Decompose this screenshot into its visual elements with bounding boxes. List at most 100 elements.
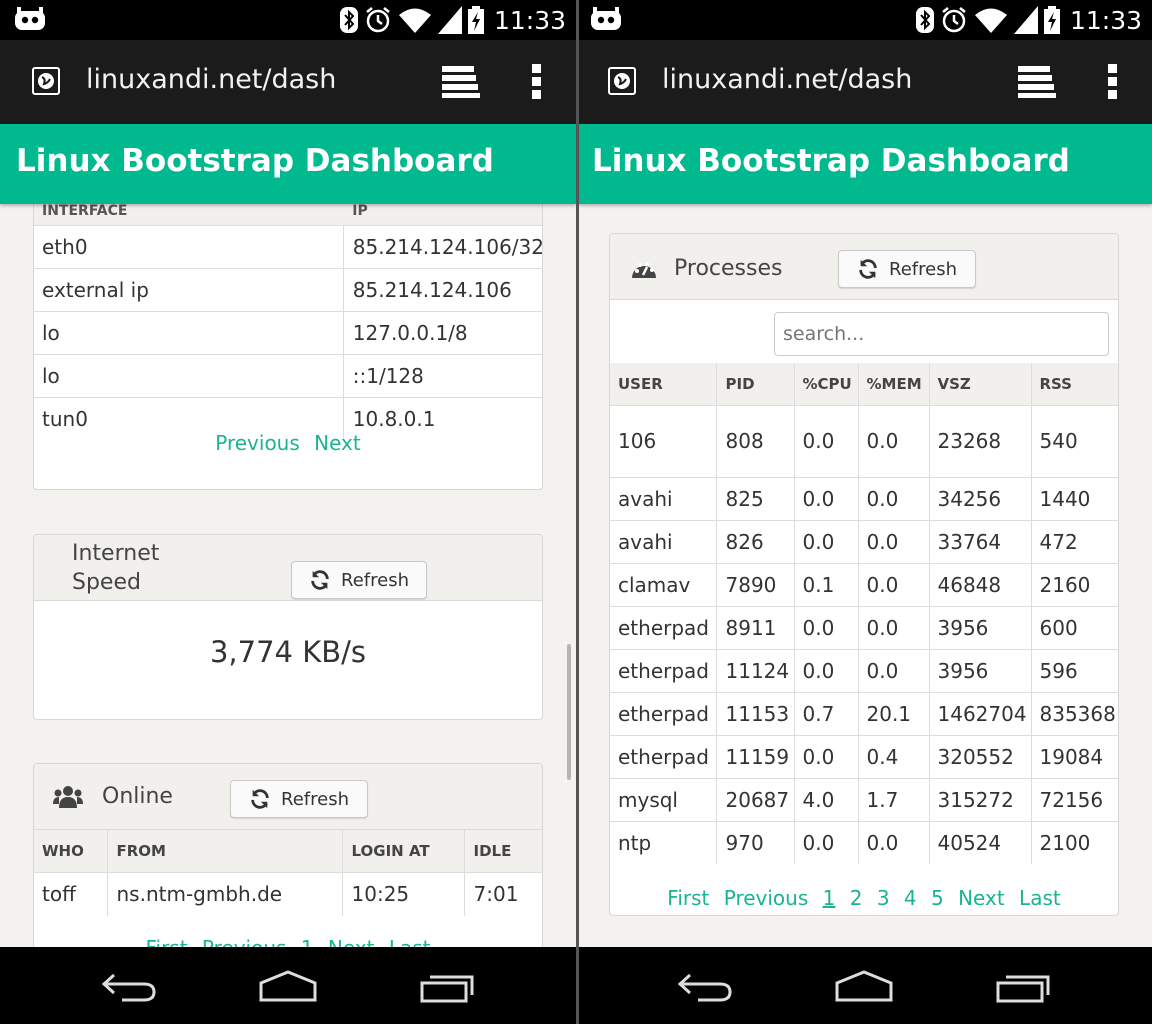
android-nav-bar [576,947,1152,1024]
recent-apps-icon[interactable] [996,971,1054,1003]
cpu-cell: 0.7 [794,692,859,735]
user-cell: avahi [610,477,717,520]
ip-table: INTERFACE IP eth0 85.214.124.106/32 exte… [34,204,543,440]
globe-icon[interactable] [608,67,636,95]
ip-panel: INTERFACE IP eth0 85.214.124.106/32 exte… [33,204,543,490]
column-header-user[interactable]: USER [610,363,717,405]
page-link[interactable]: 4 [904,886,917,910]
page-link[interactable]: 5 [931,886,944,910]
clock: 11:33 [493,5,566,35]
page-link[interactable]: 3 [877,886,890,910]
who-cell: toff [34,872,108,916]
user-cell: avahi [610,520,717,563]
next-link[interactable]: Next [958,886,1005,910]
home-icon[interactable] [834,969,894,1003]
vsz-cell: 34256 [929,477,1032,520]
interface-cell: external ip [34,268,344,311]
table-row: lo ::1/128 [34,354,542,397]
scrollbar-thumb[interactable] [567,644,571,780]
column-header-rss[interactable]: RSS [1031,363,1118,405]
dashboard-gauge-icon [632,262,656,278]
column-header-interface[interactable]: INTERFACE [34,204,343,225]
home-icon[interactable] [258,969,318,1003]
pid-cell: 808 [716,405,795,477]
column-header-mem[interactable]: %MEM [858,363,930,405]
cpu-cell: 0.0 [794,821,859,864]
refresh-label: Refresh [889,258,957,280]
first-link[interactable]: First [667,886,709,910]
vsz-cell: 3956 [929,606,1032,649]
previous-link[interactable]: Previous [202,936,287,947]
cpu-cell: 0.0 [794,477,859,520]
url-text[interactable]: linuxandi.net/dash [662,64,912,95]
next-link[interactable]: Next [328,936,375,947]
rss-cell: 835368 [1039,701,1116,726]
tabs-icon[interactable] [442,66,480,98]
column-header-login-at[interactable]: LOGIN AT [342,830,465,872]
url-text[interactable]: linuxandi.net/dash [86,64,336,95]
table-row: etherpad 11159 0.0 0.4 320552 19084 [610,735,1118,778]
processes-pagination: First Previous 1 2 3 4 5 Next Last [610,886,1118,910]
rss-cell: 540 [1039,429,1078,453]
online-table: WHO FROM LOGIN AT IDLE toff ns.ntm-gmbh.… [34,830,542,916]
table-row: avahi 825 0.0 0.0 34256 1440 [610,477,1118,520]
right-content[interactable]: Processes Refresh USER PID %CPU %MEM VSZ… [576,204,1152,947]
next-link[interactable]: Next [314,431,361,455]
rss-cell: 596 [1039,658,1078,683]
page-link[interactable]: 2 [850,886,863,910]
back-icon[interactable] [676,971,732,1003]
column-header-ip[interactable]: IP [343,204,542,225]
cpu-cell: 0.0 [794,735,859,778]
last-link[interactable]: Last [389,936,431,947]
ip-cell: 85.214.124.106 [352,277,512,302]
column-header-from[interactable]: FROM [107,830,343,872]
search-input[interactable] [774,312,1109,356]
processes-table-body: 106 808 0.0 0.0 23268 540 avahi 825 0.0 0.0 34256 1… [610,405,1118,864]
overflow-menu-icon[interactable] [1106,64,1120,100]
pid-cell: 11159 [716,735,795,778]
wifi-icon [974,8,1007,33]
pid-cell: 826 [716,520,795,563]
mem-cell: 0.0 [858,477,930,520]
cyanogen-robot-icon [15,7,45,30]
page-link[interactable]: 1 [301,936,314,947]
panel-title: Online [102,784,173,809]
column-header-vsz[interactable]: VSZ [929,363,1032,405]
page-link-current[interactable]: 1 [823,886,836,910]
overflow-menu-icon[interactable] [530,64,544,100]
user-cell: etherpad [610,735,717,778]
first-link[interactable]: First [145,936,187,947]
left-content[interactable]: INTERFACE IP eth0 85.214.124.106/32 exte… [0,204,576,947]
recent-apps-icon[interactable] [420,971,478,1003]
column-header-cpu[interactable]: %CPU [794,363,859,405]
previous-link[interactable]: Previous [724,886,809,910]
online-pagination: First Previous 1 Next Last [34,936,542,947]
pid-cell: 7890 [716,563,795,606]
user-cell: etherpad [610,692,717,735]
table-row: eth0 85.214.124.106/32 [34,225,543,268]
last-link[interactable]: Last [1019,886,1061,910]
ip-cell: 85.214.124.106/32 [352,234,543,259]
refresh-button[interactable]: Refresh [838,250,976,288]
cpu-cell: 0.0 [794,520,859,563]
online-table-header: WHO FROM LOGIN AT IDLE [34,830,542,872]
column-header-pid[interactable]: PID [716,363,795,405]
globe-icon[interactable] [32,67,60,95]
speed-value: 3,774 KB/s [209,635,367,669]
table-row: etherpad 8911 0.0 0.0 3956 600 [610,606,1118,649]
screen-divider [576,0,579,1024]
refresh-icon [251,789,269,809]
panel-title: Processes [674,256,783,281]
refresh-button[interactable]: Refresh [291,561,427,599]
tabs-icon[interactable] [1018,66,1056,98]
column-header-who[interactable]: WHO [34,830,108,872]
android-nav-bar [0,947,576,1024]
table-row: etherpad 11153 0.7 20.1 1462704 835368 [610,692,1118,735]
panel-title: Internet Speed [72,541,160,595]
refresh-button[interactable]: Refresh [230,780,368,818]
vsz-cell: 40524 [929,821,1032,864]
column-header-idle[interactable]: IDLE [464,830,542,872]
previous-link[interactable]: Previous [215,431,300,455]
back-icon[interactable] [100,971,156,1003]
browser-url-bar: linuxandi.net/dash [0,40,576,124]
